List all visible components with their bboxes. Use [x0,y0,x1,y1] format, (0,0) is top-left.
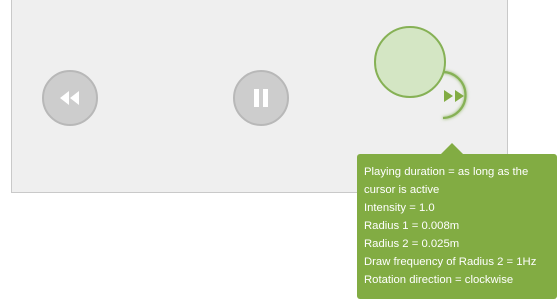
tooltip-line-draw-frequency: Draw frequency of Radius 2 = 1Hz [364,256,537,268]
rewind-button[interactable] [42,70,98,126]
tooltip-line-duration-cont: cursor is active [364,184,440,196]
fast-forward-icon[interactable] [443,89,467,103]
pause-button[interactable] [233,70,289,126]
tooltip-line-rotation: Rotation direction = clockwise [364,274,514,286]
tooltip-line-radius-2: Radius 2 = 0.025m [364,238,460,250]
fast-forward-active-area [370,26,490,136]
tooltip-line-intensity: Intensity = 1.0 [364,202,435,214]
cursor-circle[interactable] [374,26,446,98]
parameters-tooltip: Playing duration = as long as the cursor… [357,154,557,299]
tooltip-arrow [441,143,463,154]
pause-icon [254,89,268,107]
tooltip-line-duration: Playing duration = as long as the [364,166,529,178]
rewind-icon [60,91,79,105]
haptic-player: Playing duration = as long as the cursor… [0,0,559,300]
tooltip-line-radius-1: Radius 1 = 0.008m [364,220,460,232]
